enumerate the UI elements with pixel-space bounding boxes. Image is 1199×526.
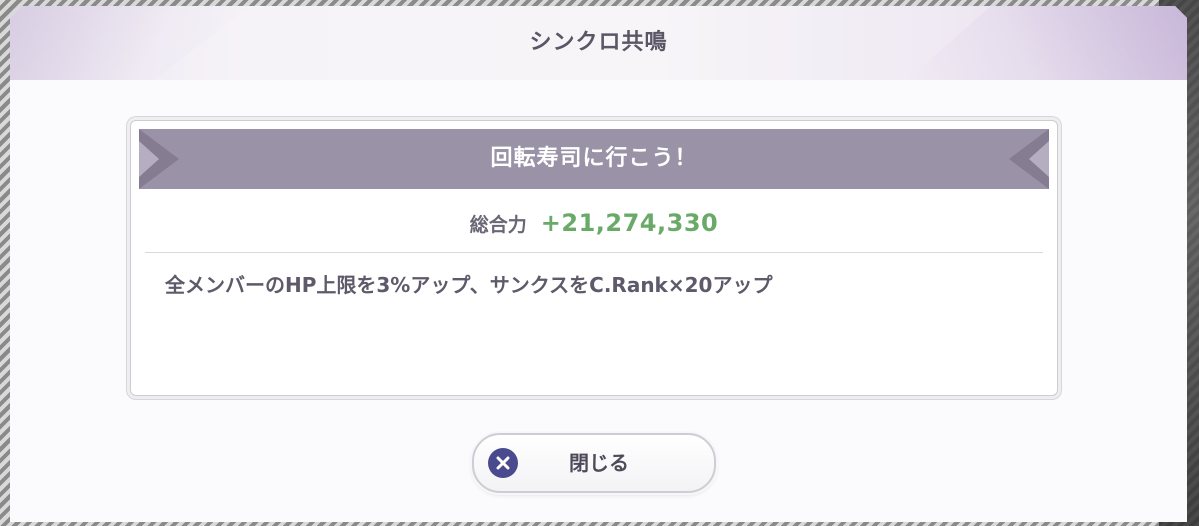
card-title: 回転寿司に行こう！	[490, 146, 698, 171]
synchro-resonance-dialog: シンクロ共鳴 回転寿司に行こう！ 総合力 +21,274,330 全メンバーのH…	[10, 6, 1187, 522]
effect-description: 全メンバーのHP上限を3%アップ、サンクスをC.Rank×20アップ	[165, 273, 773, 297]
dialog-header: シンクロ共鳴	[10, 6, 1187, 80]
card-header: 回転寿司に行こう！	[139, 129, 1049, 189]
total-power-label: 総合力	[469, 213, 527, 236]
divider	[145, 252, 1043, 253]
close-button-label: 閉じる	[569, 451, 629, 475]
close-button[interactable]: 閉じる	[472, 433, 716, 493]
total-power-row: 総合力 +21,274,330	[139, 197, 1049, 249]
dialog-title: シンクロ共鳴	[529, 30, 668, 55]
resonance-card: 回転寿司に行こう！ 総合力 +21,274,330 全メンバーのHP上限を3%ア…	[130, 120, 1058, 396]
total-power-value: +21,274,330	[540, 209, 719, 237]
